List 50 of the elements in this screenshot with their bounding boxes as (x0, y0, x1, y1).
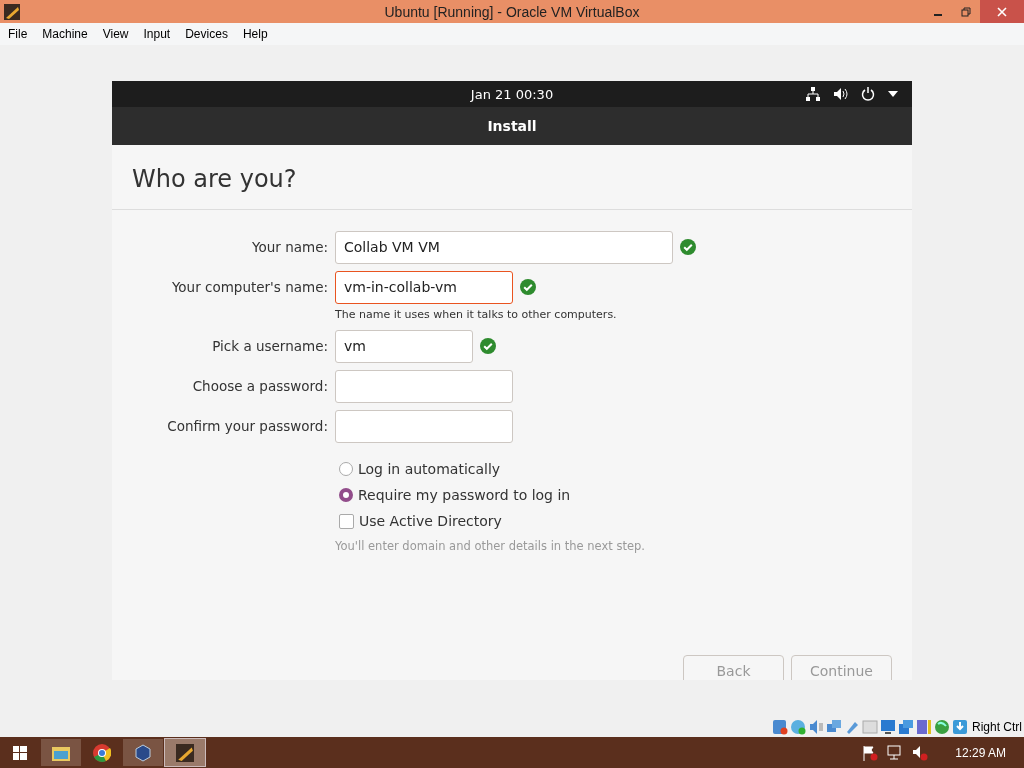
text-field[interactable]: vm-in-collab-vm (335, 270, 513, 304)
power-icon[interactable] (861, 87, 875, 101)
menu-item[interactable]: Machine (36, 27, 94, 41)
header-title: Install (487, 118, 537, 134)
radio-option[interactable]: Require my password to log in (335, 485, 571, 505)
close-button[interactable] (980, 0, 1024, 23)
cube-icon (135, 743, 151, 762)
audio-icon[interactable] (808, 719, 824, 735)
field-label: Your computer's name: (170, 278, 329, 297)
app-icon (4, 3, 20, 20)
dropdown-arrow-icon[interactable] (888, 91, 898, 97)
close-icon (997, 6, 1007, 17)
menu-item[interactable]: View (96, 27, 135, 41)
optical-disc-icon[interactable] (790, 719, 806, 735)
download-icon[interactable] (952, 719, 968, 735)
field-label: Confirm your password: (166, 417, 329, 436)
checkbox-option[interactable]: Use Active Directory (335, 511, 502, 531)
clock[interactable]: Jan 21 00:30 (470, 86, 554, 102)
usb-icon[interactable] (844, 719, 860, 735)
folder-taskbar-button[interactable] (41, 739, 81, 766)
field-label: Your name: (251, 238, 329, 257)
vm-taskbar-button[interactable] (164, 738, 206, 767)
text-field[interactable]: Collab VM VM (335, 230, 673, 264)
field-label: Pick a username: (211, 337, 329, 356)
display-icon[interactable] (880, 719, 896, 735)
muted-speaker-icon[interactable] (912, 744, 929, 761)
menu-item[interactable]: File (2, 27, 34, 41)
flag-icon[interactable] (862, 744, 879, 761)
restore-icon (961, 6, 971, 17)
radio-option[interactable]: Log in automatically (335, 459, 501, 479)
browser-icon (93, 743, 111, 762)
text-field[interactable] (335, 409, 513, 443)
text-field[interactable] (335, 369, 513, 403)
menu-item[interactable]: Input (137, 27, 177, 41)
menu-item[interactable]: Devices (179, 27, 234, 41)
page-title: Who are you? (112, 145, 912, 210)
menu-item[interactable]: Help (236, 27, 274, 41)
option-hint: You'll enter domain and other details in the next step. (335, 539, 646, 553)
clock[interactable]: 12:29 AM (955, 745, 1006, 760)
globe-icon[interactable] (934, 719, 950, 735)
minimize-icon (934, 14, 942, 16)
app-icon (176, 743, 194, 762)
field-label: Choose a password: (191, 377, 329, 396)
text-field[interactable]: vm (335, 329, 473, 363)
volume-icon[interactable] (834, 88, 848, 100)
cube-taskbar-button[interactable] (123, 739, 163, 766)
host-key-label: Right Ctrl (972, 720, 1022, 734)
windows-logo-icon (13, 745, 27, 760)
field-hint: The name it uses when it talks to other computers. (335, 308, 617, 321)
window-title: Ubuntu [Running] - Oracle VM VirtualBox (384, 3, 640, 20)
